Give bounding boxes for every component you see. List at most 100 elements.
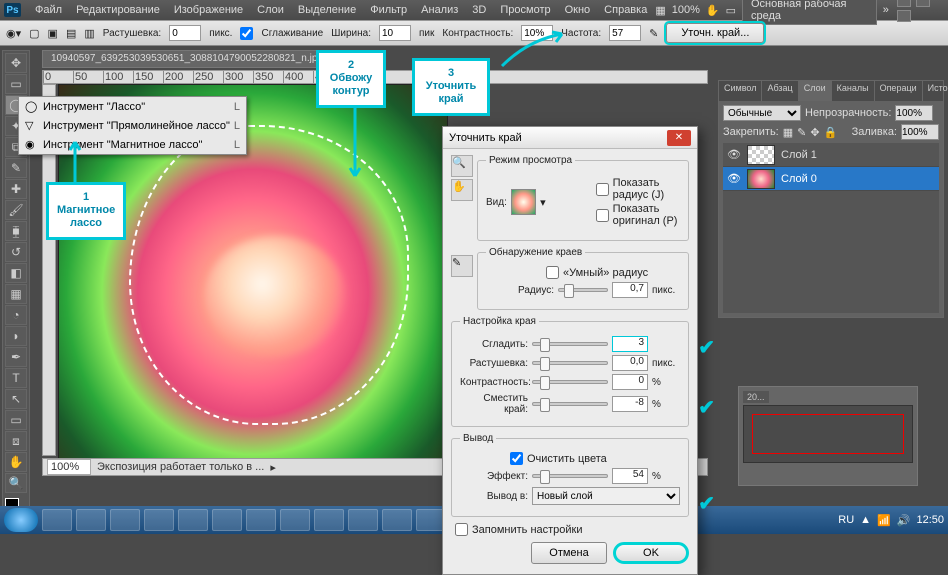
amount-slider[interactable] — [532, 474, 608, 478]
gradient-tool[interactable]: ▦ — [5, 284, 27, 304]
language-indicator[interactable]: RU — [838, 514, 854, 526]
zoom-tool-icon[interactable]: 🔍 — [451, 155, 473, 177]
marquee-tool[interactable]: ▭ — [5, 74, 27, 94]
shift-edge-slider[interactable] — [532, 402, 608, 406]
brush-tool[interactable]: 🖌 — [5, 200, 27, 220]
maximize-button[interactable] — [916, 0, 930, 7]
path-tool[interactable]: ↖ — [5, 389, 27, 409]
fill-input[interactable] — [901, 124, 939, 140]
menu-select[interactable]: Выделение — [292, 2, 362, 18]
contrast-slider[interactable] — [532, 380, 608, 384]
zoom-tool[interactable]: 🔍 — [5, 473, 27, 493]
eraser-tool[interactable]: ◧ — [5, 263, 27, 283]
lasso-tool-item[interactable]: ◯ Инструмент "Лассо" L — [19, 97, 246, 116]
width-input[interactable] — [379, 25, 411, 41]
eyedropper-tool[interactable]: ✎ — [5, 158, 27, 178]
hand-tool[interactable]: ✋ — [5, 452, 27, 472]
tab-paragraph[interactable]: Абзац — [762, 81, 798, 101]
selection-mode-subtract-icon[interactable]: ▤ — [66, 27, 76, 40]
blur-tool[interactable]: ◔ — [5, 305, 27, 325]
screen-mode-icon[interactable]: ▭ — [726, 4, 736, 17]
selection-mode-intersect-icon[interactable]: ▥ — [84, 27, 94, 40]
selection-mode-add-icon[interactable]: ▣ — [48, 27, 58, 40]
menu-3d[interactable]: 3D — [466, 2, 492, 18]
collapse-icon[interactable]: » — [883, 4, 889, 16]
taskbar-app[interactable] — [348, 509, 378, 531]
volume-icon[interactable]: 🔊 — [897, 514, 911, 527]
navigator-preview[interactable] — [743, 405, 913, 463]
stamp-tool[interactable]: ⧯ — [5, 221, 27, 241]
zoom-level[interactable]: 100% — [672, 4, 700, 16]
tab-layers[interactable]: Слои — [799, 81, 832, 101]
show-original-checkbox[interactable] — [596, 209, 609, 222]
type-tool[interactable]: T — [5, 368, 27, 388]
hand-icon[interactable]: ✋ — [706, 4, 720, 17]
minimize-button[interactable] — [897, 0, 911, 7]
cancel-button[interactable]: Отмена — [531, 542, 607, 564]
visibility-icon[interactable]: 👁 — [727, 172, 741, 185]
feather-slider[interactable] — [532, 361, 608, 365]
view-thumbnail[interactable] — [511, 189, 536, 215]
menu-view[interactable]: Просмотр — [494, 2, 556, 18]
menu-analysis[interactable]: Анализ — [415, 2, 464, 18]
lock-all-icon[interactable]: 🔒 — [824, 126, 838, 139]
layer-row[interactable]: 👁 Слой 1 — [723, 143, 939, 167]
taskbar-app[interactable] — [382, 509, 412, 531]
tab-actions[interactable]: Операци — [875, 81, 923, 101]
workspace-switcher[interactable]: Основная рабочая среда — [742, 0, 877, 25]
feather-input[interactable] — [169, 25, 201, 41]
document-tab[interactable]: 10940597_639253039530651_308810479005228… — [42, 50, 322, 68]
dialog-titlebar[interactable]: Уточнить край ✕ — [443, 127, 697, 149]
tab-history[interactable]: История — [923, 81, 948, 101]
antialias-checkbox[interactable] — [240, 27, 253, 40]
grid-icon[interactable]: ▦ — [655, 4, 665, 17]
taskbar-app[interactable] — [144, 509, 174, 531]
refine-brush-icon[interactable]: ✎ — [451, 255, 473, 277]
contrast-value-dlg[interactable]: 0 — [612, 374, 648, 390]
navigator-tab[interactable]: 20... — [743, 391, 769, 403]
output-to-select[interactable]: Новый слой — [532, 487, 680, 505]
lock-transparency-icon[interactable]: ▦ — [783, 126, 793, 139]
status-dropdown-icon[interactable]: ▸ — [270, 461, 276, 474]
tab-character[interactable]: Символ — [719, 81, 762, 101]
smart-radius-checkbox[interactable] — [546, 266, 559, 279]
menu-edit[interactable]: Редактирование — [70, 2, 166, 18]
radius-value[interactable]: 0,7 — [612, 282, 648, 298]
ok-button[interactable]: OK — [613, 542, 689, 564]
blend-mode-select[interactable]: Обычные — [723, 105, 801, 121]
menu-layer[interactable]: Слои — [251, 2, 290, 18]
3d-tool[interactable]: ⧈ — [5, 431, 27, 451]
clock[interactable]: 12:50 — [916, 514, 944, 526]
selection-mode-new-icon[interactable]: ▢ — [29, 27, 39, 40]
chevron-down-icon[interactable]: ▾ — [540, 196, 546, 209]
poly-lasso-tool-item[interactable]: ▽ Инструмент "Прямолинейное лассо" L — [19, 116, 246, 135]
taskbar-app[interactable] — [42, 509, 72, 531]
dodge-tool[interactable]: ◗ — [5, 326, 27, 346]
freq-input[interactable] — [609, 25, 641, 41]
refine-edge-button[interactable]: Уточн. край... — [666, 23, 764, 43]
move-tool[interactable]: ✥ — [5, 53, 27, 73]
opacity-input[interactable] — [895, 105, 933, 121]
pen-pressure-icon[interactable]: ✎ — [649, 27, 658, 40]
smooth-slider[interactable] — [532, 342, 608, 346]
visibility-icon[interactable]: 👁 — [727, 148, 741, 161]
start-button[interactable] — [4, 508, 38, 532]
shape-tool[interactable]: ▭ — [5, 410, 27, 430]
layer-row[interactable]: 👁 Слой 0 — [723, 167, 939, 191]
radius-slider[interactable] — [558, 288, 608, 292]
menu-help[interactable]: Справка — [598, 2, 653, 18]
menu-window[interactable]: Окно — [559, 2, 597, 18]
taskbar-app[interactable] — [110, 509, 140, 531]
taskbar-app[interactable] — [178, 509, 208, 531]
network-icon[interactable]: 📶 — [877, 514, 891, 527]
decontaminate-checkbox[interactable] — [510, 452, 523, 465]
menu-image[interactable]: Изображение — [168, 2, 249, 18]
amount-value[interactable]: 54 — [612, 468, 648, 484]
remember-checkbox[interactable] — [455, 523, 468, 536]
taskbar-app[interactable] — [76, 509, 106, 531]
magnetic-lasso-tool-item[interactable]: ◉ Инструмент "Магнитное лассо" L — [19, 135, 246, 154]
tool-preset-icon[interactable]: ◉▾ — [6, 27, 21, 40]
show-radius-checkbox[interactable] — [596, 183, 609, 196]
taskbar-app[interactable] — [314, 509, 344, 531]
smooth-value[interactable]: 3 — [612, 336, 648, 352]
